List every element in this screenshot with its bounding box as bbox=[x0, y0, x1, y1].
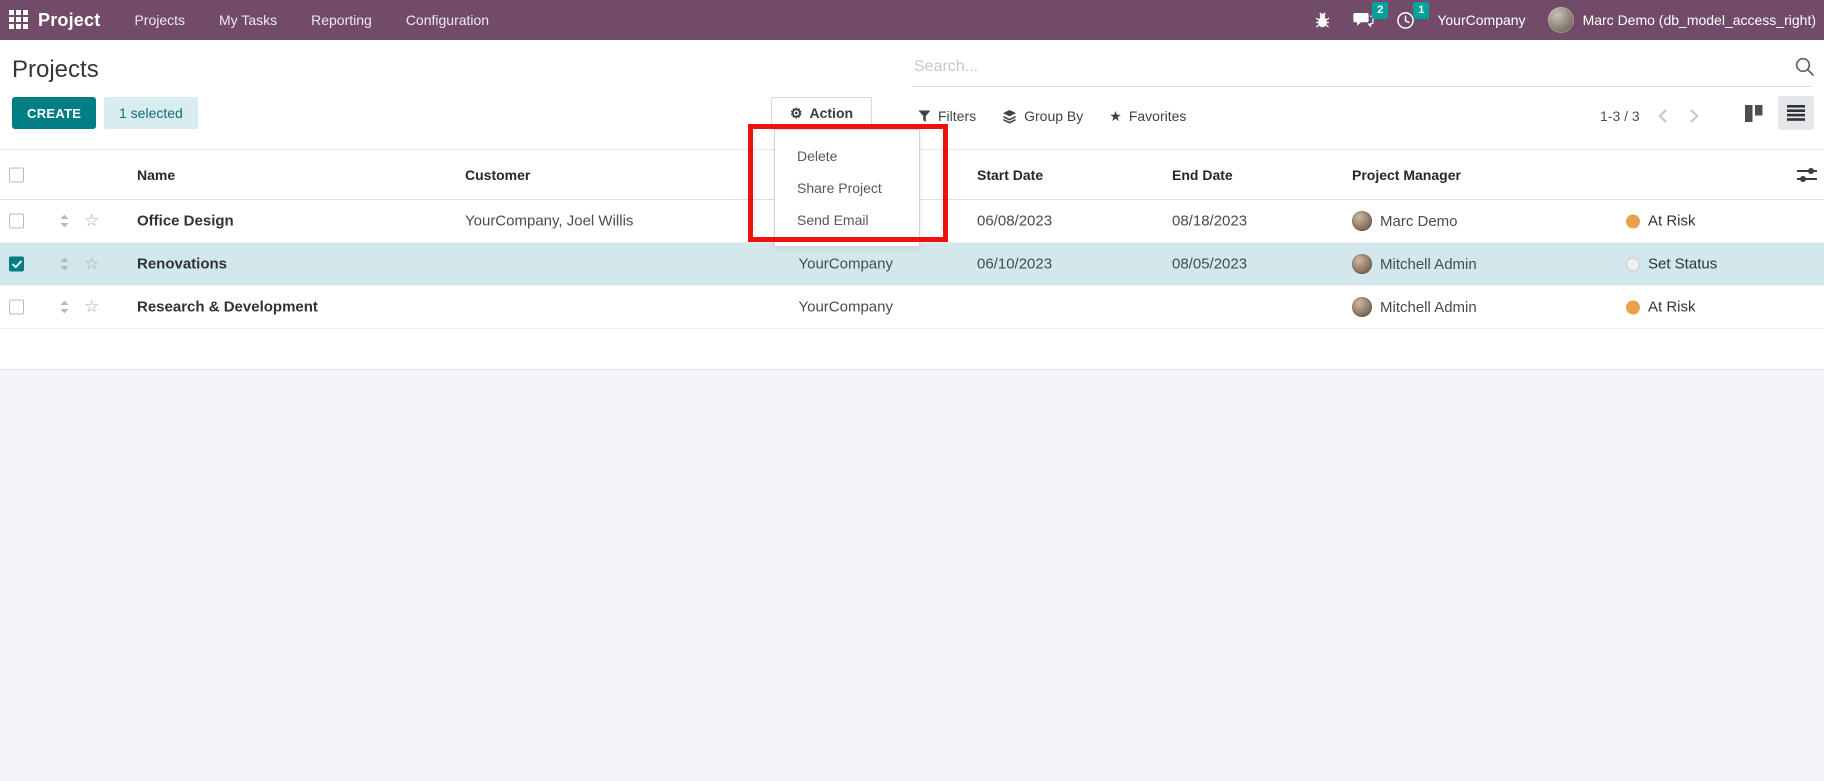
favorites-star-icon: ★ bbox=[1109, 109, 1122, 123]
group-by-label: Group By bbox=[1024, 108, 1083, 124]
status-dot bbox=[1626, 300, 1640, 314]
column-header-customer[interactable]: Customer bbox=[465, 167, 530, 183]
drag-handle-icon[interactable] bbox=[60, 258, 69, 271]
next-page-icon[interactable] bbox=[1686, 106, 1704, 126]
favorite-star-icon[interactable]: ☆ bbox=[84, 297, 99, 317]
favorites-label: Favorites bbox=[1129, 108, 1187, 124]
content-empty-area bbox=[0, 370, 1824, 781]
list-view-icon[interactable] bbox=[1778, 96, 1814, 130]
kanban-view-icon[interactable] bbox=[1736, 96, 1772, 130]
messages-icon[interactable]: 2 bbox=[1353, 11, 1374, 29]
status-label: At Risk bbox=[1648, 299, 1696, 316]
column-header-end-date[interactable]: End Date bbox=[1172, 167, 1233, 183]
row-checkbox[interactable] bbox=[9, 257, 24, 272]
manager-avatar bbox=[1352, 211, 1372, 231]
adjust-columns-icon[interactable] bbox=[1796, 165, 1818, 185]
manager-avatar bbox=[1352, 297, 1372, 317]
customer-name: YourCompany bbox=[465, 256, 893, 273]
manager-name: Mitchell Admin bbox=[1380, 299, 1477, 316]
activity-clock-icon[interactable]: 1 bbox=[1396, 11, 1415, 30]
column-header-start-date[interactable]: Start Date bbox=[977, 167, 1043, 183]
start-date: 06/08/2023 bbox=[977, 213, 1052, 230]
end-date: 08/05/2023 bbox=[1172, 256, 1247, 273]
drag-handle-icon[interactable] bbox=[60, 301, 69, 314]
project-name: Research & Development bbox=[137, 299, 318, 316]
status-label: At Risk bbox=[1648, 213, 1696, 230]
group-by-button[interactable]: Group By bbox=[1002, 108, 1083, 124]
search-icon[interactable] bbox=[1794, 56, 1816, 78]
apps-grid-icon[interactable] bbox=[0, 0, 38, 40]
gear-icon: ⚙ bbox=[790, 106, 803, 120]
user-menu[interactable]: Marc Demo (db_model_access_right) bbox=[1548, 7, 1816, 33]
menu-item-delete[interactable]: Delete bbox=[775, 140, 919, 172]
messages-badge: 2 bbox=[1372, 2, 1388, 19]
search-input[interactable]: Search... bbox=[912, 52, 1812, 87]
action-button-label: Action bbox=[810, 105, 854, 121]
top-navbar: Project Projects My Tasks Reporting Conf… bbox=[0, 0, 1824, 40]
column-header-name[interactable]: Name bbox=[137, 167, 175, 183]
pager: 1-3 / 3 bbox=[1600, 100, 1704, 132]
search-options-bar: Filters Group By ★ Favorites bbox=[918, 100, 1186, 132]
project-status[interactable]: At Risk bbox=[1626, 299, 1696, 316]
select-all-checkbox[interactable] bbox=[9, 167, 24, 182]
favorite-star-icon[interactable]: ☆ bbox=[84, 254, 99, 274]
debug-bug-icon[interactable] bbox=[1314, 12, 1331, 29]
action-button[interactable]: ⚙ Action bbox=[771, 97, 872, 129]
project-manager: Marc Demo bbox=[1352, 211, 1458, 231]
favorite-star-icon[interactable]: ☆ bbox=[84, 211, 99, 231]
manager-avatar bbox=[1352, 254, 1372, 274]
activities-badge: 1 bbox=[1413, 2, 1429, 19]
manager-name: Mitchell Admin bbox=[1380, 256, 1477, 273]
apps-grid-icon-svg bbox=[9, 10, 29, 30]
favorites-button[interactable]: ★ Favorites bbox=[1109, 108, 1186, 124]
project-name: Renovations bbox=[137, 256, 227, 273]
topbar-right: 2 1 YourCompany Marc Demo (db_model_acce… bbox=[1314, 7, 1824, 33]
selected-count-badge: 1 selected bbox=[104, 97, 198, 129]
project-name: Office Design bbox=[137, 213, 234, 230]
user-avatar bbox=[1548, 7, 1574, 33]
group-by-layers-icon bbox=[1002, 109, 1017, 124]
menu-item-send-email[interactable]: Send Email bbox=[775, 204, 919, 236]
filter-funnel-icon bbox=[918, 110, 931, 123]
table-row[interactable]: ☆ Research & Development YourCompany Mit… bbox=[0, 286, 1824, 329]
filters-label: Filters bbox=[938, 108, 976, 124]
app-name[interactable]: Project bbox=[38, 10, 100, 31]
menu-configuration[interactable]: Configuration bbox=[406, 12, 489, 28]
user-name: Marc Demo (db_model_access_right) bbox=[1583, 12, 1816, 28]
menu-reporting[interactable]: Reporting bbox=[311, 12, 372, 28]
view-switcher bbox=[1736, 96, 1814, 130]
end-date: 08/18/2023 bbox=[1172, 213, 1247, 230]
table-row[interactable]: ☆ Renovations YourCompany 06/10/2023 08/… bbox=[0, 243, 1824, 286]
company-switcher[interactable]: YourCompany bbox=[1437, 12, 1525, 28]
status-label: Set Status bbox=[1648, 256, 1717, 273]
row-checkbox[interactable] bbox=[9, 300, 24, 315]
top-menu: Projects My Tasks Reporting Configuratio… bbox=[134, 12, 489, 28]
start-date: 06/10/2023 bbox=[977, 256, 1052, 273]
menu-item-share-project[interactable]: Share Project bbox=[775, 172, 919, 204]
project-status[interactable]: At Risk bbox=[1626, 213, 1696, 230]
status-dot bbox=[1626, 214, 1640, 228]
odoo-project-list-screen: Project Projects My Tasks Reporting Conf… bbox=[0, 0, 1824, 781]
status-dot bbox=[1626, 257, 1640, 271]
search-underline bbox=[912, 86, 1812, 87]
manager-name: Marc Demo bbox=[1380, 213, 1458, 230]
menu-my-tasks[interactable]: My Tasks bbox=[219, 12, 277, 28]
project-manager: Mitchell Admin bbox=[1352, 254, 1477, 274]
page-title: Projects bbox=[12, 56, 99, 84]
prev-page-icon[interactable] bbox=[1654, 106, 1672, 126]
action-dropdown-menu: Delete Share Project Send Email bbox=[774, 129, 920, 247]
project-manager: Mitchell Admin bbox=[1352, 297, 1477, 317]
create-button[interactable]: CREATE bbox=[12, 97, 96, 129]
column-header-project-manager[interactable]: Project Manager bbox=[1352, 167, 1461, 183]
pager-range: 1-3 / 3 bbox=[1600, 108, 1640, 124]
drag-handle-icon[interactable] bbox=[60, 215, 69, 228]
menu-projects[interactable]: Projects bbox=[134, 12, 185, 28]
search-placeholder: Search... bbox=[914, 58, 978, 76]
row-checkbox[interactable] bbox=[9, 214, 24, 229]
customer-name: YourCompany bbox=[465, 299, 893, 316]
project-status[interactable]: Set Status bbox=[1626, 256, 1717, 273]
filters-button[interactable]: Filters bbox=[918, 108, 976, 124]
